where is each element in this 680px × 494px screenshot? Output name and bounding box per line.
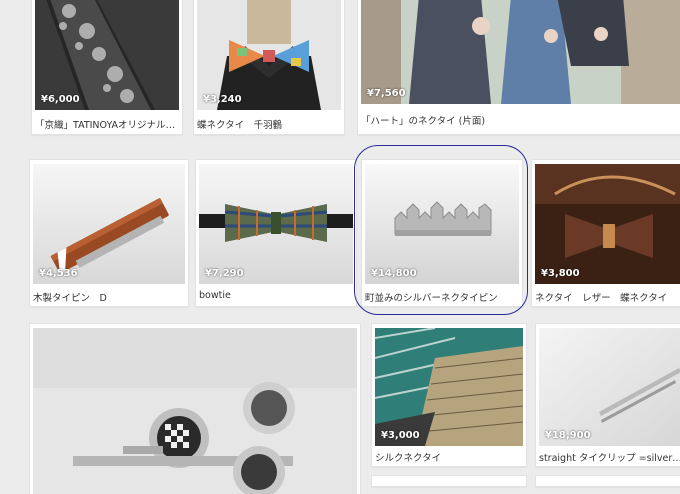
product-card-wooden-tie-pin[interactable]: ¥4,536 木製タイピン D (30, 160, 188, 306)
product-image: ¥7,560 (361, 0, 680, 104)
price-label: ¥3,240 (203, 94, 242, 105)
product-card-heart-tie[interactable]: ¥7,560 「ハート」のネクタイ (片面) (358, 0, 680, 134)
product-title[interactable]: 蝶ネクタイ 千羽鶴 (197, 117, 341, 131)
price-label: ¥14,800 (371, 268, 417, 279)
price-label: ¥7,560 (367, 88, 406, 99)
price-label: ¥7,290 (205, 268, 244, 279)
price-label: ¥3,800 (541, 268, 580, 279)
price-label: ¥18,900 (545, 430, 591, 441)
product-image: ¥7,290 (199, 164, 353, 284)
product-title[interactable]: 「ハート」のネクタイ (片面) (361, 113, 661, 127)
leather-bow-tie-image (535, 164, 680, 284)
product-title[interactable]: ネクタイ レザー 蝶ネクタイ (535, 290, 680, 304)
silver-townscape-pin-image (365, 164, 519, 284)
product-card-leather-bow-tie[interactable]: ¥3,800 ネクタイ レザー 蝶ネクタイ (532, 160, 680, 306)
product-card-partial[interactable] (372, 476, 526, 486)
couple-outdoor-image (361, 0, 680, 104)
product-title[interactable]: bowtie (199, 290, 349, 301)
product-image: ¥3,000 (375, 328, 523, 446)
product-image: ¥3,800 (535, 164, 680, 284)
checked-bowtie-image (199, 164, 353, 284)
product-title[interactable]: シルクネクタイ (375, 450, 523, 464)
silver-tie-clip-image (539, 328, 680, 446)
product-image: ¥14,800 (365, 164, 519, 284)
product-card-kyo-ori-tie[interactable]: ¥6,000 「京織」TATINOYAオリジナルネクタイ (32, 0, 182, 134)
product-image: ¥18,900 (539, 328, 680, 446)
product-card-partial[interactable] (536, 476, 680, 486)
product-title[interactable]: 「京織」TATINOYAオリジナルネクタイ (35, 117, 179, 131)
product-card-townscape-silver-tie-pin[interactable]: ¥14,800 町並みのシルバーネクタイピン (362, 160, 522, 306)
silk-tie-image (375, 328, 523, 446)
price-label: ¥6,000 (41, 94, 80, 105)
price-label: ¥4,536 (39, 268, 78, 279)
product-card-bowtie[interactable]: ¥7,290 bowtie (196, 160, 356, 306)
product-image: ¥6,000 (35, 0, 179, 110)
wooden-tie-pin-image (33, 164, 185, 284)
product-title[interactable]: 木製タイピン D (33, 290, 183, 304)
product-card-silk-tie[interactable]: ¥3,000 シルクネクタイ (372, 324, 526, 466)
product-title[interactable]: 町並みのシルバーネクタイピン (365, 290, 515, 304)
product-image: ¥4,536 (33, 164, 185, 284)
product-image (33, 328, 357, 494)
product-card-cufflinks-set[interactable] (30, 324, 360, 494)
product-title[interactable]: straight タイクリップ =silver 925= (539, 450, 680, 464)
product-card-bow-tie-senbazuru[interactable]: ¥3,240 蝶ネクタイ 千羽鶴 (194, 0, 344, 134)
product-image: ¥3,240 (197, 0, 341, 110)
price-label: ¥3,000 (381, 430, 420, 441)
product-card-straight-tie-clip[interactable]: ¥18,900 straight タイクリップ =silver 925= (536, 324, 680, 466)
cufflinks-and-tie-bar-image (33, 328, 357, 494)
